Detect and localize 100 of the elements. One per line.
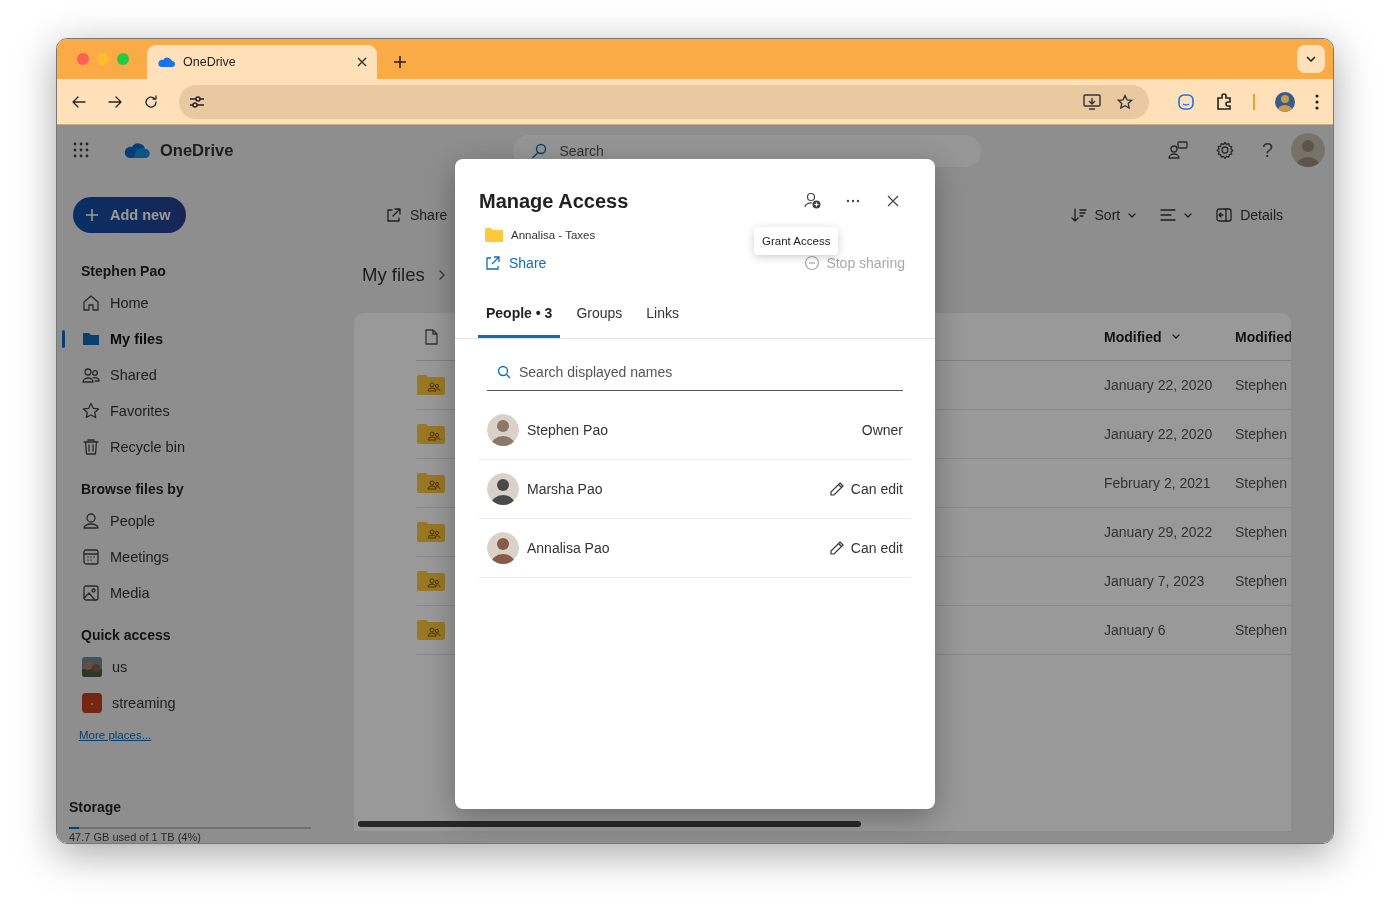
search-icon: [531, 143, 548, 159]
folder-icon: [485, 228, 503, 242]
help-button[interactable]: ?: [1261, 138, 1273, 162]
table-cell: January 6: [1104, 622, 1166, 638]
more-icon: [846, 199, 860, 203]
chevron-icon: [1184, 212, 1193, 218]
table-cell: February 2, 2021: [1104, 475, 1211, 491]
tab-list-button[interactable]: [1297, 45, 1325, 73]
role-label: Owner: [861, 422, 903, 438]
column-header[interactable]: Modified: [1235, 328, 1291, 345]
install-icon[interactable]: [1083, 93, 1101, 110]
app-name: OneDrive: [160, 140, 234, 160]
window-control-icon: [77, 53, 89, 65]
people-icon: [82, 366, 100, 384]
browser-tab[interactable]: OneDrive: [147, 45, 377, 79]
table-cell: January 7, 2023: [1104, 573, 1205, 589]
minus-circle-icon: [804, 255, 821, 271]
nav-item[interactable]: Shared: [73, 357, 334, 393]
sort-button[interactable]: Sort: [1062, 207, 1145, 223]
nav-item[interactable]: Recycle bin: [73, 429, 334, 465]
chevron-icon: [1306, 56, 1316, 62]
storage-heading: Storage: [69, 799, 123, 815]
sort-icon: [1070, 207, 1087, 223]
column-header[interactable]: Modified: [1104, 328, 1180, 345]
permission-button[interactable]: Can edit: [828, 481, 903, 497]
search-icon: [497, 365, 511, 379]
calendar-icon: [82, 548, 100, 566]
profile-avatar[interactable]: [1275, 91, 1295, 112]
add-new-button[interactable]: Add new: [73, 197, 187, 233]
nav-item[interactable]: Media: [73, 575, 334, 611]
more-icon[interactable]: [1315, 93, 1319, 110]
star-icon[interactable]: [1117, 93, 1133, 110]
site-icon: [82, 693, 102, 713]
more-places-link[interactable]: More places...: [79, 729, 152, 741]
chevron-icon: [1171, 334, 1180, 339]
table-cell: Stephen: [1235, 622, 1288, 638]
table-cell: Stephen: [1235, 475, 1288, 491]
window-control-icon: [97, 53, 109, 65]
shared-folder-icon: [417, 620, 445, 640]
nav-item[interactable]: People: [73, 503, 334, 539]
new-tab-icon[interactable]: [393, 55, 407, 69]
close-icon: [357, 57, 367, 67]
nav-item[interactable]: Home: [73, 285, 334, 321]
cloud-logo-icon: [124, 141, 150, 159]
table-cell: January 29, 2022: [1104, 524, 1213, 540]
pencil-icon: [828, 481, 845, 497]
avatar: [487, 414, 519, 446]
shared-folder-icon: [417, 424, 445, 444]
share-icon: [485, 255, 501, 271]
details-pane-icon: [1216, 208, 1233, 222]
reload-icon[interactable]: [143, 93, 159, 110]
settings-icon[interactable]: [1215, 141, 1234, 159]
person-icon: [82, 512, 100, 530]
app-launcher-icon[interactable]: [73, 142, 89, 158]
table-cell: January 22, 2020: [1104, 377, 1213, 393]
pencil-icon: [828, 540, 845, 556]
chevron-right-icon: [438, 270, 445, 280]
star-icon: [82, 402, 100, 420]
tab[interactable]: People • 3: [478, 295, 561, 338]
details-button[interactable]: Details: [1208, 207, 1291, 223]
puzzle-icon[interactable]: [1215, 92, 1233, 111]
plus-icon: [85, 208, 99, 222]
breadcrumb[interactable]: My files: [362, 264, 425, 286]
share-link[interactable]: Share: [485, 255, 547, 271]
feedback-icon[interactable]: [1167, 141, 1188, 159]
storage-text: 47.7 GB used of 1 TB (4%): [69, 831, 202, 843]
nav-item[interactable]: us: [73, 649, 334, 685]
permission-button[interactable]: Can edit: [828, 540, 903, 556]
folder-icon: [82, 330, 100, 348]
list-icon: [1160, 208, 1177, 222]
shared-folder-icon: [417, 375, 445, 395]
nav-item[interactable]: streaming: [73, 685, 334, 721]
scrollbar[interactable]: [358, 821, 861, 827]
person-name: Annalisa Pao: [527, 540, 610, 556]
shared-folder-icon: [417, 522, 445, 542]
avatar: [487, 532, 519, 564]
tab[interactable]: Links: [638, 295, 687, 338]
table-cell: Stephen: [1235, 524, 1288, 540]
table-cell: Stephen: [1235, 377, 1288, 393]
home-icon: [82, 294, 100, 312]
person-name: Marsha Pao: [527, 481, 603, 497]
nav-item[interactable]: Favorites: [73, 393, 334, 429]
table-cell: Stephen: [1235, 426, 1288, 442]
nav-item[interactable]: Meetings: [73, 539, 334, 575]
file-type-icon: [424, 328, 438, 345]
chevron-icon: [1128, 212, 1137, 218]
extension-icon[interactable]: [1177, 92, 1195, 111]
dialog-title: Manage Access: [479, 189, 629, 213]
cloud-icon: [157, 56, 175, 68]
close-icon: [887, 195, 899, 207]
site-settings-icon: [189, 94, 205, 109]
share-icon: [386, 207, 402, 223]
image-icon: [82, 584, 100, 602]
shared-folder-icon: [417, 571, 445, 591]
person-name: Stephen Pao: [527, 422, 608, 438]
table-cell: Stephen: [1235, 573, 1288, 589]
share-button[interactable]: Share: [378, 207, 456, 223]
tab[interactable]: Groups: [568, 295, 631, 338]
shared-folder-icon: [417, 473, 445, 493]
table-cell: January 22, 2020: [1104, 426, 1213, 442]
